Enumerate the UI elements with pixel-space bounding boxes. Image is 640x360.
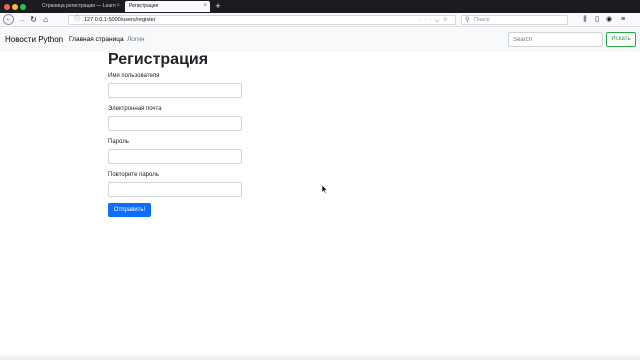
close-icon[interactable]: × bbox=[203, 1, 207, 12]
forward-icon[interactable]: → bbox=[16, 14, 27, 25]
menu-icon[interactable]: ≡ bbox=[618, 14, 628, 25]
home-icon[interactable]: ⌂ bbox=[40, 14, 51, 25]
new-tab-button[interactable]: + bbox=[213, 0, 223, 13]
more-icon[interactable]: ··· bbox=[419, 17, 434, 23]
site-search-button[interactable]: Искать bbox=[606, 32, 636, 47]
site-brand[interactable]: Новости Python bbox=[5, 28, 63, 52]
info-icon[interactable]: ⓘ bbox=[74, 16, 80, 25]
bookmark-icon[interactable]: ☆ bbox=[443, 17, 451, 23]
tab-title: Страница регистрации — Learn bbox=[42, 3, 116, 9]
password-label: Пароль bbox=[108, 139, 129, 145]
site-search-input[interactable] bbox=[508, 32, 603, 47]
browser-tab-strip: Страница регистрации — Learn × Регистрац… bbox=[0, 0, 640, 13]
library-icon[interactable]: ⫼ bbox=[580, 14, 590, 25]
browser-tab-register[interactable]: Регистрация × bbox=[125, 1, 210, 12]
email-label: Электронная почта bbox=[108, 106, 162, 112]
username-label: Имя пользователя bbox=[108, 73, 160, 79]
account-icon[interactable]: ◉ bbox=[604, 14, 614, 25]
url-bar[interactable]: ⓘ 127.0.0.1:5000/users/register ···◡☆ bbox=[68, 15, 456, 25]
password-confirm-label: Повторите пароль bbox=[108, 172, 159, 178]
password-confirm-field[interactable] bbox=[108, 182, 242, 197]
page-title: Регистрация bbox=[108, 51, 209, 68]
window-minimize-button[interactable] bbox=[12, 4, 18, 10]
site-navbar: Новости Python Главная страница Логин Ис… bbox=[0, 28, 640, 52]
browser-tab-learn[interactable]: Страница регистрации — Learn × bbox=[38, 1, 123, 12]
browser-search-bar[interactable]: ⚲ Поиск bbox=[461, 15, 568, 25]
sidebar-icon[interactable]: ▯ bbox=[592, 14, 602, 25]
url-text[interactable]: 127.0.0.1:5000/users/register bbox=[84, 16, 156, 25]
page-actions: ···◡☆ bbox=[419, 16, 451, 25]
tab-title: Регистрация bbox=[129, 3, 159, 9]
window-zoom-button[interactable] bbox=[20, 4, 26, 10]
search-icon: ⚲ bbox=[465, 17, 470, 23]
password-field[interactable] bbox=[108, 149, 242, 164]
pocket-icon[interactable]: ◡ bbox=[434, 17, 442, 23]
email-field[interactable] bbox=[108, 116, 242, 131]
nav-link-home[interactable]: Главная страница bbox=[69, 28, 124, 52]
bottom-shadow bbox=[0, 352, 640, 360]
back-icon[interactable]: ← bbox=[3, 14, 14, 25]
reload-icon[interactable]: ↻ bbox=[28, 14, 39, 25]
window-close-button[interactable] bbox=[4, 4, 10, 10]
nav-link-login[interactable]: Логин bbox=[127, 28, 144, 52]
browser-search-placeholder: Поиск bbox=[474, 17, 490, 23]
submit-button[interactable]: Отправить! bbox=[108, 203, 151, 217]
close-icon[interactable]: × bbox=[116, 1, 120, 12]
browser-toolbar: ← → ↻ ⌂ ⓘ 127.0.0.1:5000/users/register … bbox=[0, 13, 640, 27]
username-field[interactable] bbox=[108, 83, 242, 98]
